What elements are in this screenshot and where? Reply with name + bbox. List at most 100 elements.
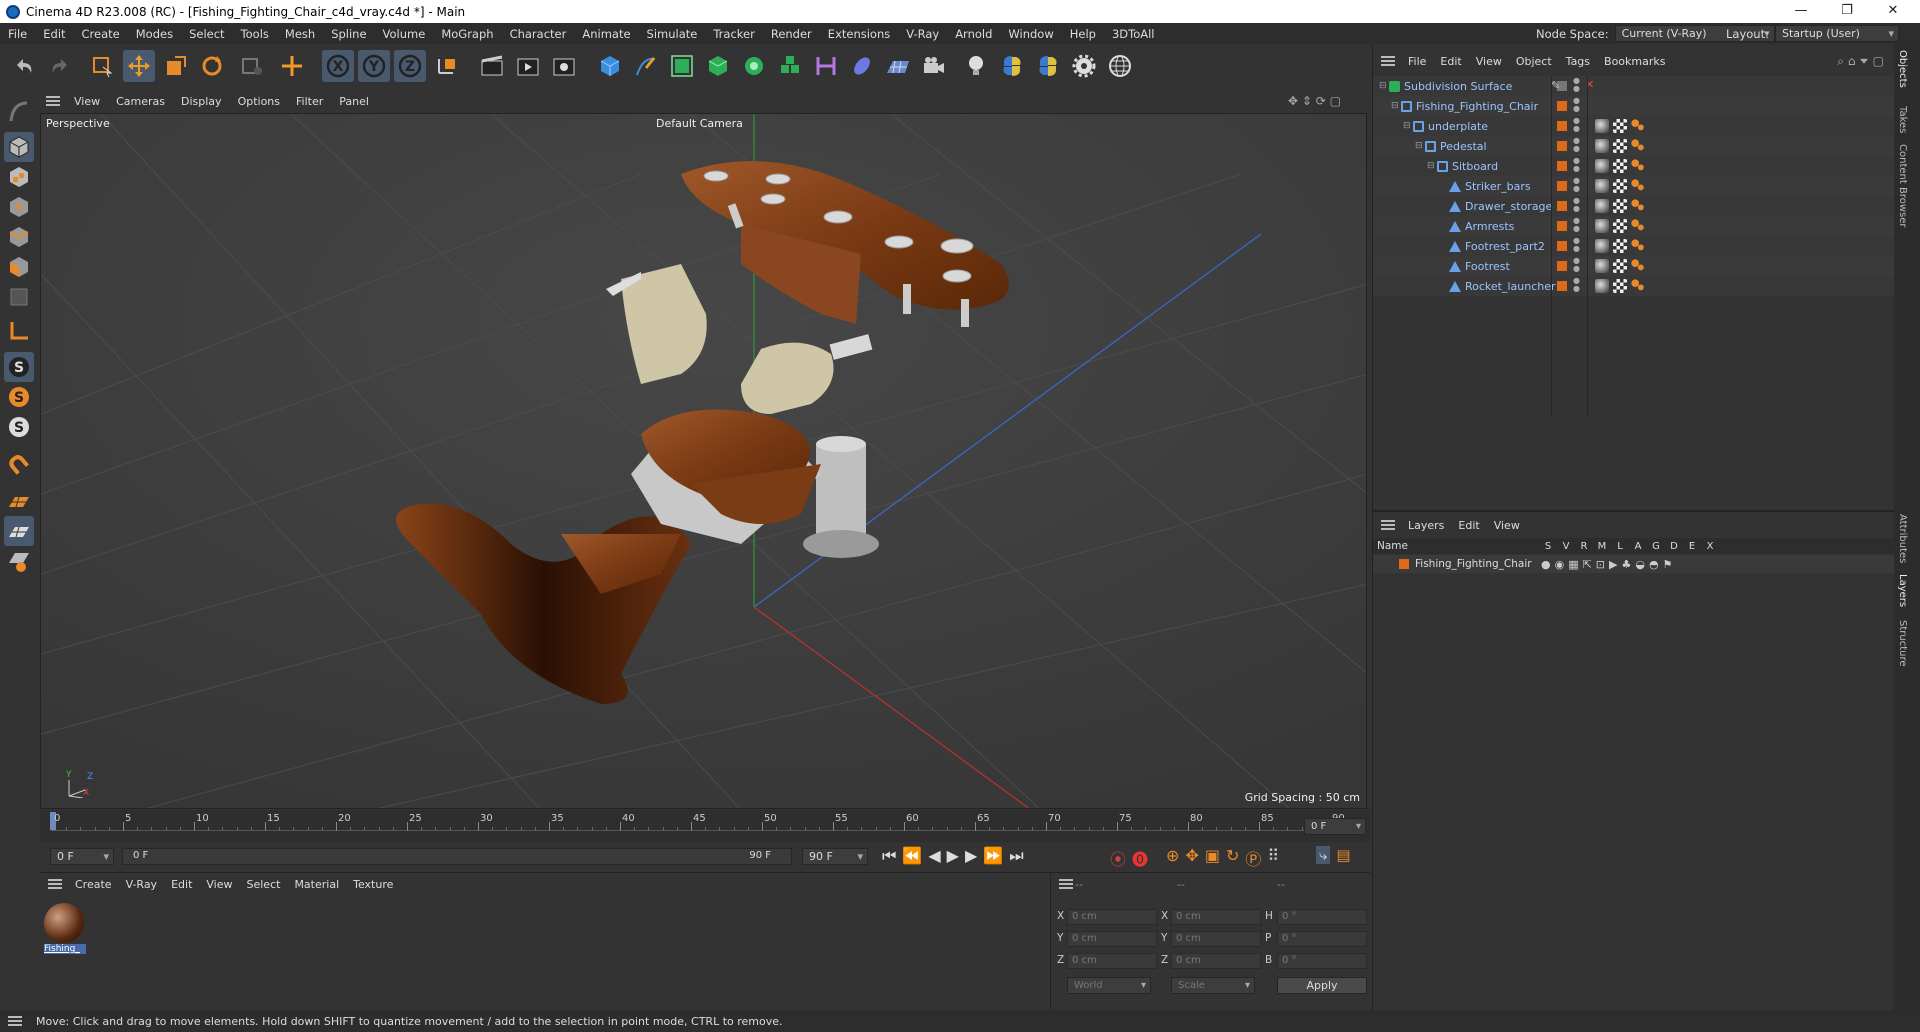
deformer-button[interactable] (810, 50, 842, 82)
object-name[interactable]: Footrest_part2 (1465, 240, 1545, 253)
object-name[interactable]: Fishing_Fighting_Chair (1416, 100, 1538, 113)
objects-hamburger-icon[interactable] (1381, 56, 1395, 66)
next-key-icon[interactable]: ⏩ (983, 846, 1003, 866)
menu-animate[interactable]: Animate (574, 27, 638, 41)
object-row[interactable]: ⊟ Subdivision Surface ● ● ✎ ✕ (1373, 76, 1895, 96)
size-x-field[interactable]: 0 cm (1171, 909, 1261, 925)
texture-tag-icon[interactable] (1613, 259, 1627, 273)
objects-menu-bookmarks[interactable]: Bookmarks (1597, 55, 1672, 68)
viewport-menu-view[interactable]: View (66, 95, 108, 108)
object-name[interactable]: Rocket_launcher (1465, 280, 1556, 293)
layer-col-flag[interactable]: A (1629, 541, 1647, 552)
rot-h-field[interactable]: 0 ° (1277, 909, 1367, 925)
tab-takes[interactable]: Takes (1897, 106, 1908, 133)
object-name[interactable]: Armrests (1465, 220, 1514, 233)
scale-tool-button[interactable] (160, 50, 192, 82)
menu-select[interactable]: Select (181, 27, 232, 41)
object-tags[interactable] (1595, 199, 1649, 213)
prev-frame-icon[interactable]: ◀ (928, 846, 940, 866)
pos-y-field[interactable]: 0 cm (1067, 931, 1157, 947)
vray-material-tag-icon[interactable] (1595, 159, 1609, 173)
object-name[interactable]: Footrest (1465, 260, 1510, 273)
object-name[interactable]: Pedestal (1440, 140, 1487, 153)
layers-hamburger-icon[interactable] (1381, 520, 1395, 530)
material-menu-create[interactable]: Create (68, 878, 119, 891)
visibility-dots-icon[interactable]: ● ● (1573, 117, 1580, 133)
layer-col-flag[interactable]: M (1593, 541, 1611, 552)
object-mode-button[interactable] (4, 132, 34, 162)
object-layer-swatch[interactable] (1557, 161, 1567, 171)
edge-mode-button[interactable] (4, 222, 34, 252)
coord-mode-dropdown[interactable]: Scale (1171, 977, 1255, 994)
layer-col-flag[interactable]: X (1701, 541, 1719, 552)
object-row[interactable]: Rocket_launcher ● ● (1373, 276, 1895, 296)
vray-material-tag-icon[interactable] (1595, 179, 1609, 193)
visibility-dots-icon[interactable]: ● ● (1573, 77, 1580, 93)
auto-key-icon[interactable]: ⓿ (1132, 846, 1148, 870)
texture-mode-button[interactable] (4, 162, 34, 192)
key-position-icon[interactable]: ⊕ (1166, 846, 1179, 870)
layer-col-flag[interactable]: V (1557, 541, 1575, 552)
visibility-dots-icon[interactable]: ● ● (1573, 157, 1580, 173)
key-rotate-icon[interactable]: ↻ (1226, 846, 1239, 870)
key-pla-icon[interactable]: ⠿ (1267, 846, 1279, 870)
layer-col-flag[interactable]: G (1647, 541, 1665, 552)
object-name[interactable]: Sitboard (1452, 160, 1498, 173)
size-z-field[interactable]: 0 cm (1171, 953, 1261, 969)
object-layer-swatch[interactable] (1557, 101, 1567, 111)
texture-tag-icon[interactable] (1613, 119, 1627, 133)
magnet-button[interactable] (4, 450, 34, 480)
layers-menu-view[interactable]: View (1487, 519, 1527, 532)
menu-simulate[interactable]: Simulate (639, 27, 706, 41)
phong-tag-icon[interactable] (1631, 119, 1645, 133)
viewport-hamburger-icon[interactable] (46, 96, 60, 106)
menu-create[interactable]: Create (74, 27, 128, 41)
menu-character[interactable]: Character (502, 27, 575, 41)
menu-tools[interactable]: Tools (233, 27, 277, 41)
grid-toggle-button[interactable] (4, 516, 34, 546)
status-hamburger-icon[interactable] (8, 1016, 22, 1026)
film-strip-icon[interactable]: ▤ (1336, 846, 1350, 864)
rotate-tool-button[interactable] (196, 50, 228, 82)
menu-edit[interactable]: Edit (35, 27, 73, 41)
live-selection-button[interactable] (86, 50, 118, 82)
pos-z-field[interactable]: 0 cm (1067, 953, 1157, 969)
pos-x-field[interactable]: 0 cm (1067, 909, 1157, 925)
object-layer-swatch[interactable] (1557, 141, 1567, 151)
workplane-button[interactable] (276, 50, 308, 82)
layers-menu-edit[interactable]: Edit (1451, 519, 1486, 532)
object-layer-swatch[interactable] (1557, 121, 1567, 131)
objects-menu-edit[interactable]: Edit (1433, 55, 1468, 68)
y-axis-lock-button[interactable]: Y (358, 50, 390, 82)
visibility-dots-icon[interactable]: ● ● (1573, 277, 1580, 293)
extrude-button[interactable] (702, 50, 734, 82)
texture-tag-icon[interactable] (1613, 139, 1627, 153)
locked-workplane-button[interactable] (4, 546, 34, 576)
redo-button[interactable] (44, 50, 76, 82)
model-mode-button[interactable] (4, 96, 34, 126)
menu-spline[interactable]: Spline (323, 27, 374, 41)
layer-col-flag[interactable]: S (1539, 541, 1557, 552)
object-row[interactable]: ⊟ Pedestal ● ● (1373, 136, 1895, 156)
viewport-menu-display[interactable]: Display (173, 95, 230, 108)
floor-button[interactable] (882, 50, 914, 82)
object-name[interactable]: Striker_bars (1465, 180, 1531, 193)
cloner-button[interactable] (738, 50, 770, 82)
menu-volume[interactable]: Volume (375, 27, 434, 41)
menu-3dtoall[interactable]: 3DToAll (1104, 27, 1163, 41)
expand-toggle-icon[interactable]: ⊟ (1427, 161, 1437, 171)
layer-row[interactable]: Fishing_Fighting_Chair ●◉▦⇱⊡▶♣◒◓⚑ (1373, 555, 1895, 573)
axis-mode-button[interactable] (4, 316, 34, 346)
record-key-icon[interactable]: ⦿ (1110, 846, 1126, 870)
tab-objects[interactable]: Objects (1897, 50, 1908, 88)
object-row[interactable]: Drawer_storage ● ● (1373, 196, 1895, 216)
phong-tag-icon[interactable] (1631, 219, 1645, 233)
rot-p-field[interactable]: 0 ° (1277, 931, 1367, 947)
object-row[interactable]: Footrest_part2 ● ● (1373, 236, 1895, 256)
cube-button[interactable] (594, 50, 626, 82)
phong-tag-icon[interactable] (1631, 199, 1645, 213)
object-name[interactable]: Subdivision Surface (1404, 80, 1512, 93)
object-row[interactable]: ⊟ underplate ● ● (1373, 116, 1895, 136)
expand-toggle-icon[interactable]: ⊟ (1391, 101, 1401, 111)
close-button[interactable]: ✕ (1870, 0, 1916, 23)
